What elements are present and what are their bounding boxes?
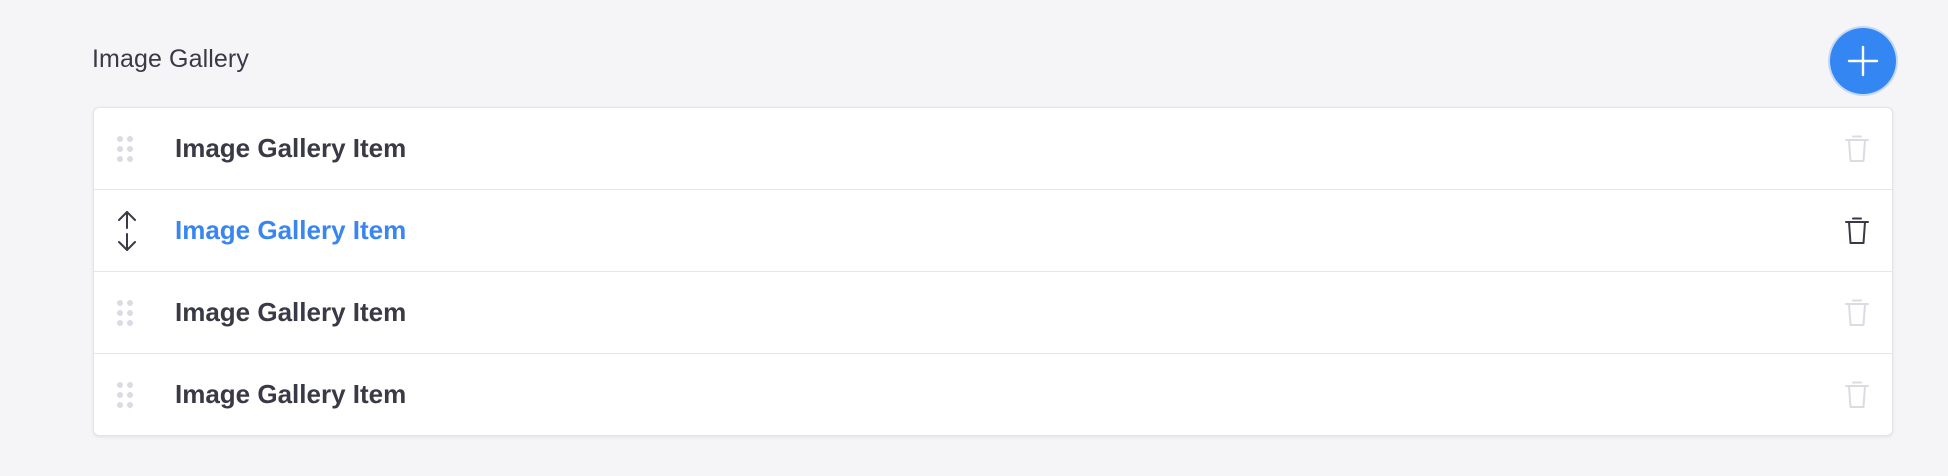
list-item-label: Image Gallery Item bbox=[175, 379, 407, 409]
move-vertical-icon[interactable] bbox=[116, 210, 138, 252]
list-item-label: Image Gallery Item bbox=[175, 133, 407, 163]
gallery-item-list: Image Gallery Item Image Gallery Item Im… bbox=[93, 107, 1893, 436]
list-item[interactable]: Image Gallery Item bbox=[94, 190, 1892, 272]
trash-icon[interactable] bbox=[1844, 380, 1870, 410]
page: Image Gallery Image Gallery Item Image G… bbox=[0, 0, 1948, 476]
drag-handle-icon[interactable] bbox=[116, 299, 136, 327]
list-item-label: Image Gallery Item bbox=[175, 297, 407, 327]
plus-icon bbox=[1847, 45, 1879, 77]
trash-icon[interactable] bbox=[1844, 134, 1870, 164]
trash-icon[interactable] bbox=[1844, 216, 1870, 246]
trash-icon[interactable] bbox=[1844, 298, 1870, 328]
list-item[interactable]: Image Gallery Item bbox=[94, 108, 1892, 190]
drag-handle-icon[interactable] bbox=[116, 135, 136, 163]
section-title: Image Gallery bbox=[92, 45, 249, 73]
drag-handle-icon[interactable] bbox=[116, 381, 136, 409]
list-item-label: Image Gallery Item bbox=[175, 215, 407, 245]
add-item-button[interactable] bbox=[1830, 28, 1896, 94]
list-item[interactable]: Image Gallery Item bbox=[94, 354, 1892, 435]
list-item[interactable]: Image Gallery Item bbox=[94, 272, 1892, 354]
